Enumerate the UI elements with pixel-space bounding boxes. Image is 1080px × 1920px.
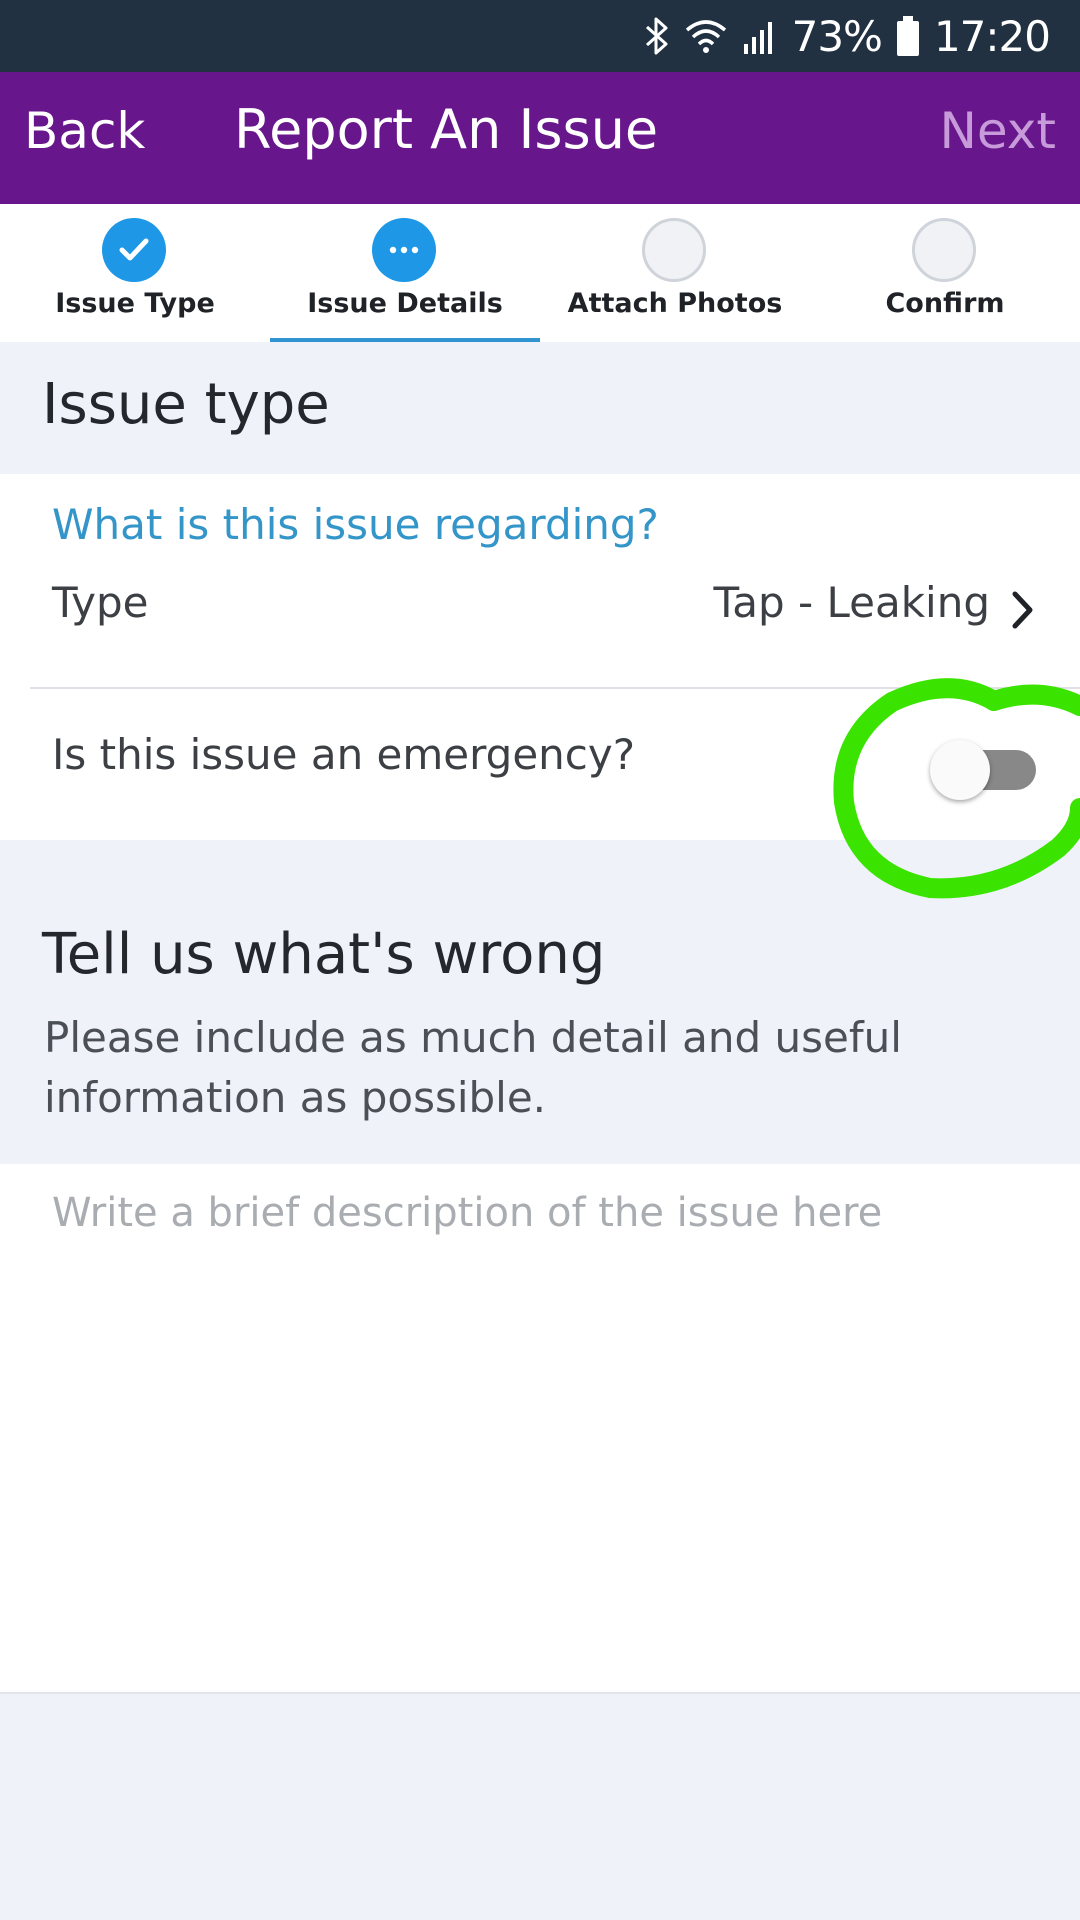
step-confirm[interactable]: Confirm xyxy=(810,204,1080,342)
step-issue-type[interactable]: Issue Type xyxy=(0,204,270,342)
issue-type-heading: Issue type xyxy=(42,372,330,437)
wifi-icon xyxy=(684,16,728,56)
page-title: Report An Issue xyxy=(234,98,659,161)
description-container xyxy=(0,1164,1080,1694)
annotation-circle xyxy=(833,678,1080,899)
emergency-label: Is this issue an emergency? xyxy=(52,730,636,779)
signal-icon xyxy=(742,16,778,56)
next-button[interactable]: Next xyxy=(940,102,1056,160)
step-label: Attach Photos xyxy=(567,288,783,319)
clock: 17:20 xyxy=(933,11,1051,61)
checkmark-icon xyxy=(119,238,149,261)
step-pending-indicator xyxy=(642,218,706,282)
step-active-indicator xyxy=(372,218,436,282)
step-label: Issue Type xyxy=(55,288,215,319)
description-input[interactable] xyxy=(0,1164,1080,1692)
step-done-indicator xyxy=(102,218,166,282)
step-pending-indicator xyxy=(912,218,976,282)
details-subtitle: Please include as much detail and useful… xyxy=(44,1013,902,1122)
app-header: Back Report An Issue Next xyxy=(0,72,1080,204)
step-attach-photos[interactable]: Attach Photos xyxy=(540,204,810,342)
step-label: Confirm xyxy=(885,288,1005,319)
step-issue-details[interactable]: Issue Details xyxy=(270,204,540,342)
type-value[interactable]: Tap - Leaking xyxy=(714,578,990,627)
details-heading: Tell us what's wrong xyxy=(42,922,606,987)
battery-icon xyxy=(896,15,920,57)
progress-stepper: Issue Type Issue Details Attach Photos C… xyxy=(0,204,1080,342)
bluetooth-icon xyxy=(644,16,670,56)
type-label: Type xyxy=(52,578,149,627)
issue-question: What is this issue regarding? xyxy=(52,500,659,549)
status-bar: 73% 17:20 xyxy=(0,0,1080,72)
step-label: Issue Details xyxy=(307,288,503,319)
back-button[interactable]: Back xyxy=(24,102,145,160)
more-dots-icon xyxy=(389,246,419,254)
chevron-right-icon[interactable] xyxy=(1010,590,1036,630)
battery-percentage: 73% xyxy=(791,11,883,61)
